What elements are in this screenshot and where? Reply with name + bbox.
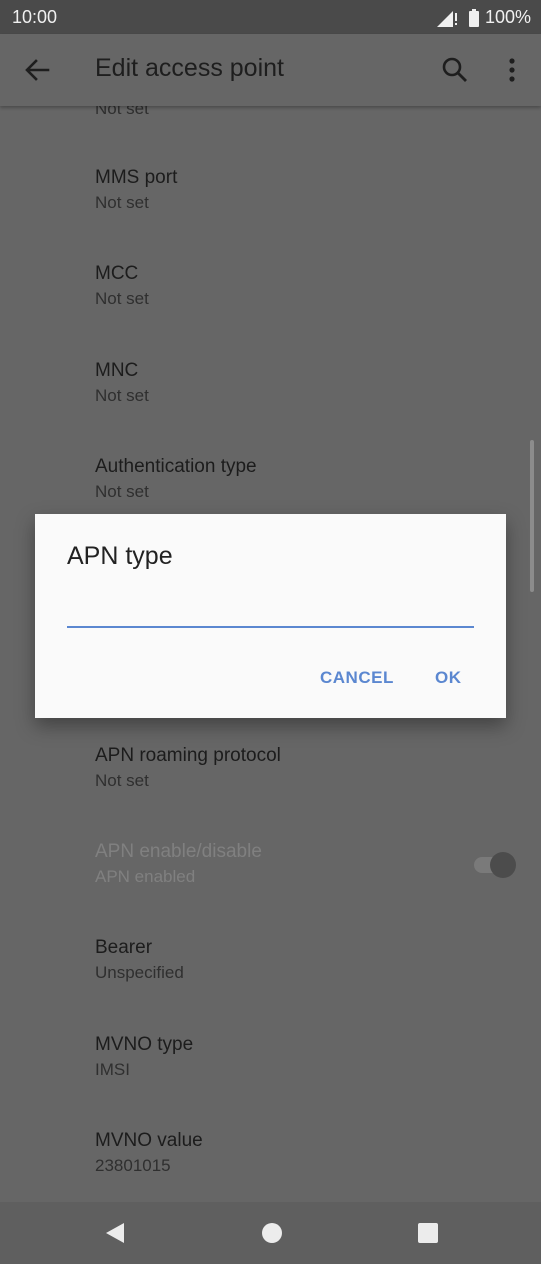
- item-title: MMS port: [95, 167, 178, 188]
- item-title: MVNO value: [95, 1130, 203, 1151]
- item-subtitle: 23801015: [95, 1156, 171, 1175]
- apn-type-dialog: APN type CANCEL OK: [35, 514, 506, 718]
- apn-type-input[interactable]: [67, 600, 474, 628]
- cancel-button[interactable]: CANCEL: [314, 664, 400, 692]
- list-item-apn-enable: APN enable/disable APN enabled: [95, 840, 262, 888]
- signal-icon: [436, 10, 457, 27]
- item-subtitle: Not set: [95, 289, 149, 308]
- toggle-thumb: [490, 852, 516, 878]
- list-item-bearer[interactable]: Bearer Unspecified: [95, 936, 184, 984]
- item-title: MNC: [95, 360, 139, 381]
- battery-percent: 100%: [484, 7, 531, 27]
- item-subtitle: APN enabled: [95, 867, 196, 886]
- item-subtitle: Unspecified: [95, 963, 184, 982]
- app-bar: Edit access point: [0, 34, 541, 106]
- list-item-mvno-value[interactable]: MVNO value 23801015: [95, 1129, 203, 1177]
- item-subtitle: Not set: [95, 193, 149, 212]
- nav-home-icon[interactable]: [262, 1223, 282, 1243]
- item-subtitle: Not set: [95, 386, 149, 405]
- item-title: MCC: [95, 263, 139, 284]
- list-item-authentication-type[interactable]: Authentication type Not set: [95, 455, 257, 503]
- page-title: Edit access point: [95, 54, 284, 82]
- status-bar: 10:00 100%: [0, 0, 541, 34]
- item-title: Bearer: [95, 937, 153, 958]
- item-subtitle: Not set: [95, 482, 149, 501]
- item-title: MVNO type: [95, 1034, 194, 1055]
- status-time: 10:00: [12, 7, 58, 27]
- dialog-title: APN type: [67, 542, 173, 570]
- search-icon[interactable]: [441, 56, 469, 84]
- item-title: Authentication type: [95, 456, 257, 477]
- nav-recents-icon[interactable]: [418, 1223, 438, 1243]
- list-item-mms-port[interactable]: MMS port Not set: [95, 166, 177, 214]
- ok-button[interactable]: OK: [429, 664, 468, 692]
- list-item-mcc[interactable]: MCC Not set: [95, 262, 149, 310]
- nav-back-icon[interactable]: [104, 1222, 126, 1244]
- list-item-apn-roaming-protocol[interactable]: APN roaming protocol Not set: [95, 744, 281, 792]
- list-item-mvno-type[interactable]: MVNO type IMSI: [95, 1033, 193, 1081]
- scrollbar[interactable]: [530, 440, 534, 592]
- list-item-cut[interactable]: Not set: [95, 106, 149, 120]
- arrow-left-icon[interactable]: [22, 56, 52, 84]
- apn-enable-toggle: [474, 850, 516, 880]
- list-item-mnc[interactable]: MNC Not set: [95, 359, 149, 407]
- navigation-bar: [0, 1202, 541, 1264]
- status-icons: 100%: [436, 7, 531, 28]
- item-title: APN roaming protocol: [95, 745, 281, 766]
- item-title: APN enable/disable: [95, 841, 262, 862]
- battery-icon: [468, 8, 479, 27]
- item-subtitle: IMSI: [95, 1060, 130, 1079]
- more-vert-icon[interactable]: [500, 56, 524, 84]
- item-subtitle: Not set: [95, 771, 149, 790]
- item-subtitle: Not set: [95, 106, 149, 118]
